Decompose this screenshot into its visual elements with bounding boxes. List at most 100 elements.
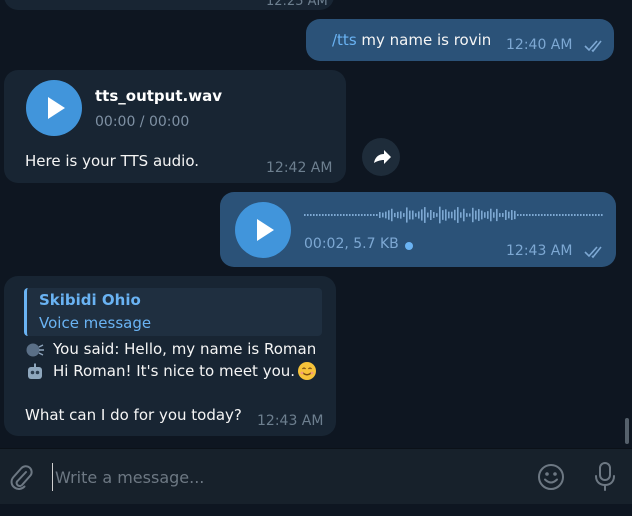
voice-play-button[interactable] — [235, 202, 291, 258]
previous-message-time: 12:25 AM — [266, 0, 328, 9]
waveform-bar — [352, 214, 354, 216]
waveform-bar — [388, 210, 390, 220]
waveform-bar — [553, 214, 555, 216]
speaking-head-emoji-icon — [26, 343, 44, 357]
waveform-bar — [478, 209, 480, 221]
waveform-bar — [340, 214, 342, 216]
waveform-bar — [451, 211, 453, 219]
waveform-bar — [490, 208, 492, 222]
waveform-bar — [463, 208, 465, 222]
waveform-bar — [538, 214, 540, 216]
waveform-bar — [412, 210, 414, 220]
chat-scrollbar[interactable] — [625, 418, 629, 444]
waveform-bar — [343, 214, 345, 216]
waveform-bar — [442, 210, 444, 220]
waveform-bar — [382, 212, 384, 218]
window-bottom-edge — [0, 504, 632, 516]
waveform-bar — [601, 214, 603, 216]
waveform-bar — [331, 214, 333, 216]
forward-share-button[interactable] — [362, 138, 400, 176]
attach-paperclip-icon[interactable] — [8, 463, 34, 491]
message-time: 12:43 AM — [506, 243, 573, 259]
reply-author: Skibidi Ohio — [39, 291, 141, 309]
waveform-bar — [481, 210, 483, 220]
waveform-bar — [361, 214, 363, 216]
audio-play-button[interactable] — [26, 80, 82, 136]
waveform-bar — [409, 210, 411, 220]
waveform-bar — [556, 214, 558, 216]
waveform-bar — [370, 214, 372, 216]
waveform-bar — [415, 213, 417, 217]
waveform-bar — [406, 207, 408, 223]
waveform-bar — [532, 214, 534, 216]
waveform-bar — [436, 213, 438, 217]
read-double-check-icon — [584, 40, 602, 53]
waveform-bar — [391, 208, 393, 222]
waveform-bar — [547, 214, 549, 216]
share-arrow-icon — [374, 150, 391, 164]
waveform-bar — [421, 209, 423, 221]
waveform-bar — [583, 214, 585, 216]
waveform-bar — [433, 212, 435, 218]
waveform-bar — [529, 214, 531, 216]
waveform-bar — [427, 212, 429, 218]
waveform-bar — [349, 214, 351, 216]
quoted-reply-preview[interactable]: Skibidi Ohio Voice message — [24, 288, 322, 336]
waveform-bar — [508, 211, 510, 219]
chat-history: 12:25 AM /tts my name is rovin 12:40 AM … — [0, 0, 632, 448]
waveform-bar — [598, 214, 600, 216]
waveform-bar — [550, 214, 552, 216]
waveform-bar — [511, 210, 513, 220]
waveform-bar — [385, 211, 387, 219]
waveform-bar — [460, 212, 462, 218]
waveform-bar — [559, 214, 561, 216]
waveform-bar — [565, 214, 567, 216]
waveform-bar — [517, 214, 519, 216]
waveform-bar — [493, 212, 495, 218]
command-prefix-link[interactable]: /tts — [332, 31, 357, 49]
read-double-check-icon — [584, 246, 602, 259]
reply-snippet: Voice message — [39, 314, 152, 332]
message-input[interactable] — [52, 463, 512, 491]
emoji-picker-icon[interactable] — [537, 463, 565, 491]
message-time: 12:43 AM — [257, 413, 324, 429]
waveform-bar — [496, 208, 498, 222]
waveform-bar — [448, 211, 450, 219]
voice-waveform[interactable] — [304, 204, 604, 226]
waveform-bar — [469, 213, 471, 217]
waveform-bar — [346, 214, 348, 216]
waveform-bar — [328, 214, 330, 216]
waveform-bar — [313, 214, 315, 216]
waveform-bar — [445, 209, 447, 221]
waveform-bar — [334, 214, 336, 216]
waveform-bar — [307, 214, 309, 216]
waveform-bar — [394, 212, 396, 218]
waveform-bar — [586, 214, 588, 216]
waveform-bar — [466, 213, 468, 217]
voice-duration-size: 00:02, 5.7 KB — [304, 236, 399, 252]
waveform-bar — [457, 207, 459, 223]
smiling-face-emoji-icon — [298, 362, 316, 380]
waveform-bar — [589, 214, 591, 216]
waveform-bar — [595, 214, 597, 216]
waveform-bar — [397, 211, 399, 219]
waveform-bar — [337, 214, 339, 216]
microphone-icon[interactable] — [591, 461, 619, 493]
waveform-bar — [358, 214, 360, 216]
incoming-audio-file-message[interactable]: tts_output.wav 00:00 / 00:00 Here is you… — [4, 70, 346, 183]
unplayed-indicator-dot — [405, 242, 413, 250]
waveform-bar — [541, 214, 543, 216]
outgoing-command-message[interactable]: /tts my name is rovin 12:40 AM — [306, 19, 614, 61]
waveform-bar — [424, 207, 426, 223]
waveform-bar — [316, 214, 318, 216]
waveform-bar — [568, 214, 570, 216]
waveform-bar — [562, 214, 564, 216]
waveform-bar — [454, 209, 456, 221]
waveform-bar — [364, 214, 366, 216]
waveform-bar — [355, 214, 357, 216]
waveform-bar — [376, 214, 378, 216]
waveform-bar — [520, 214, 522, 216]
robot-emoji-icon — [28, 363, 42, 379]
command-body: my name is rovin — [356, 31, 492, 49]
waveform-bar — [544, 214, 546, 216]
